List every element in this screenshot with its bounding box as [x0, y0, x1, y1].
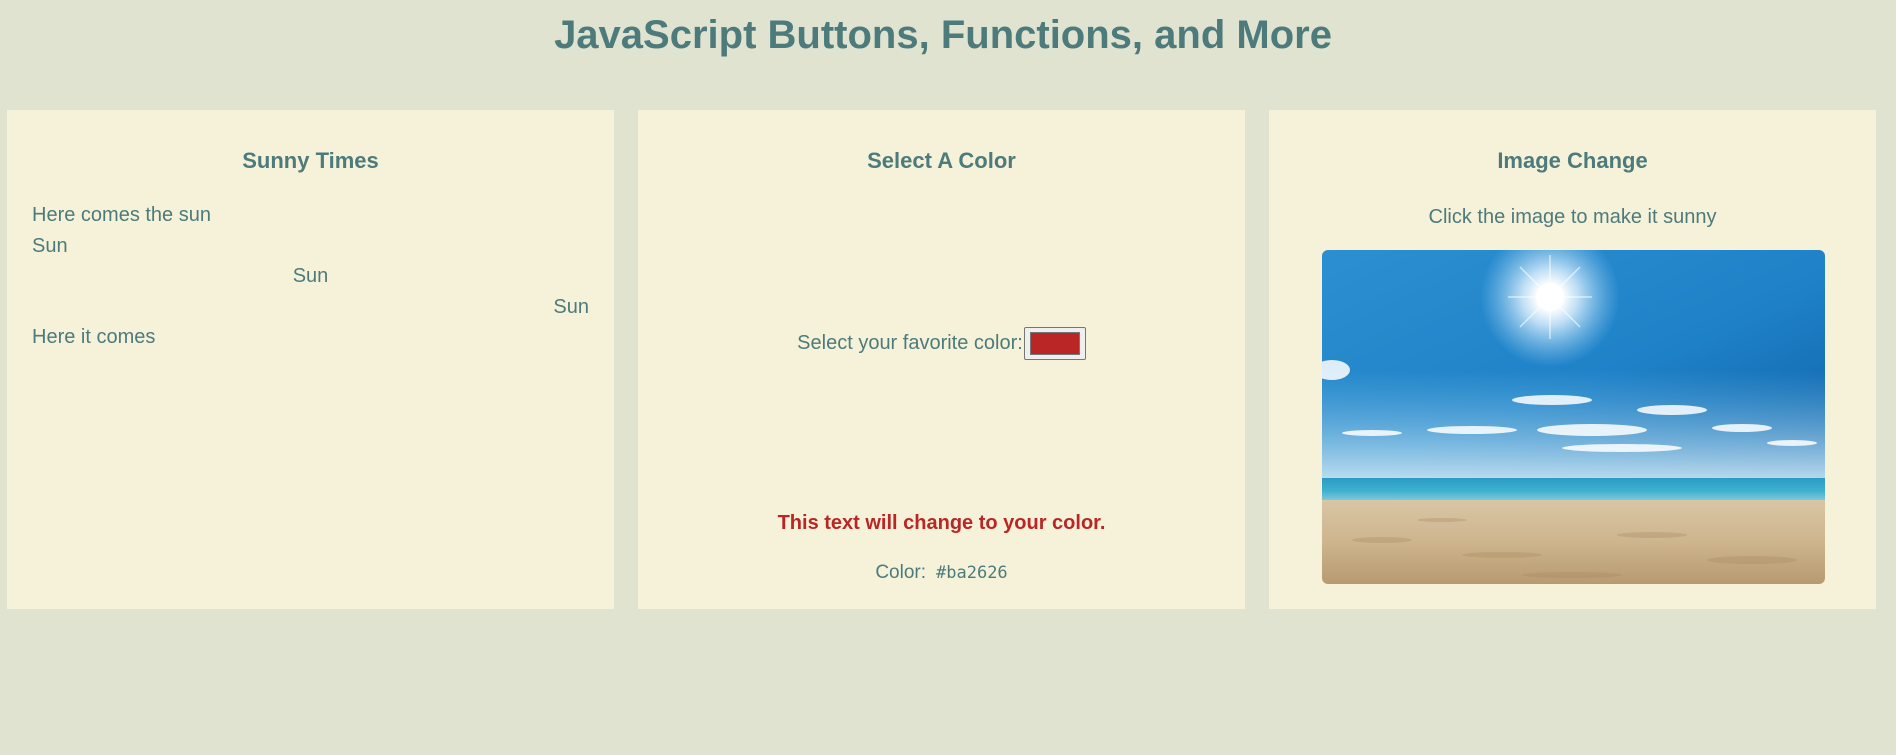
sunny-times-heading: Sunny Times: [242, 148, 379, 173]
color-swatch-fill: [1029, 332, 1080, 355]
lyric-line-3: Sun: [292, 265, 329, 287]
image-change-heading: Image Change: [1497, 148, 1648, 173]
lyric-line-5: Here it comes: [32, 326, 156, 348]
select-color-panel: Select A Color Select your favorite colo…: [638, 110, 1245, 609]
select-color-heading: Select A Color: [867, 148, 1016, 173]
color-picker-row: Select your favorite color:: [638, 327, 1245, 360]
color-sample-text: This text will change to your color.: [777, 512, 1106, 534]
color-picker-label: Select your favorite color:: [797, 332, 1023, 354]
page-title: JavaScript Buttons, Functions, and More: [554, 13, 1332, 57]
color-readout: Color: #ba2626: [638, 561, 1245, 585]
color-readout-label: Color:: [875, 562, 927, 583]
sunny-beach-image[interactable]: [1322, 250, 1825, 584]
image-change-panel: Image Change Click the image to make it …: [1269, 110, 1876, 609]
lyric-line-2: Sun: [32, 235, 68, 257]
lyric-line-4: Sun: [553, 296, 589, 318]
sunny-times-panel: Sunny Times Here comes the sun Sun Sun S…: [7, 110, 614, 609]
image-caption: Click the image to make it sunny: [1428, 206, 1717, 228]
lyric-line-1: Here comes the sun: [32, 204, 211, 226]
color-readout-value: #ba2626: [936, 563, 1008, 583]
color-picker-input[interactable]: [1023, 327, 1086, 360]
